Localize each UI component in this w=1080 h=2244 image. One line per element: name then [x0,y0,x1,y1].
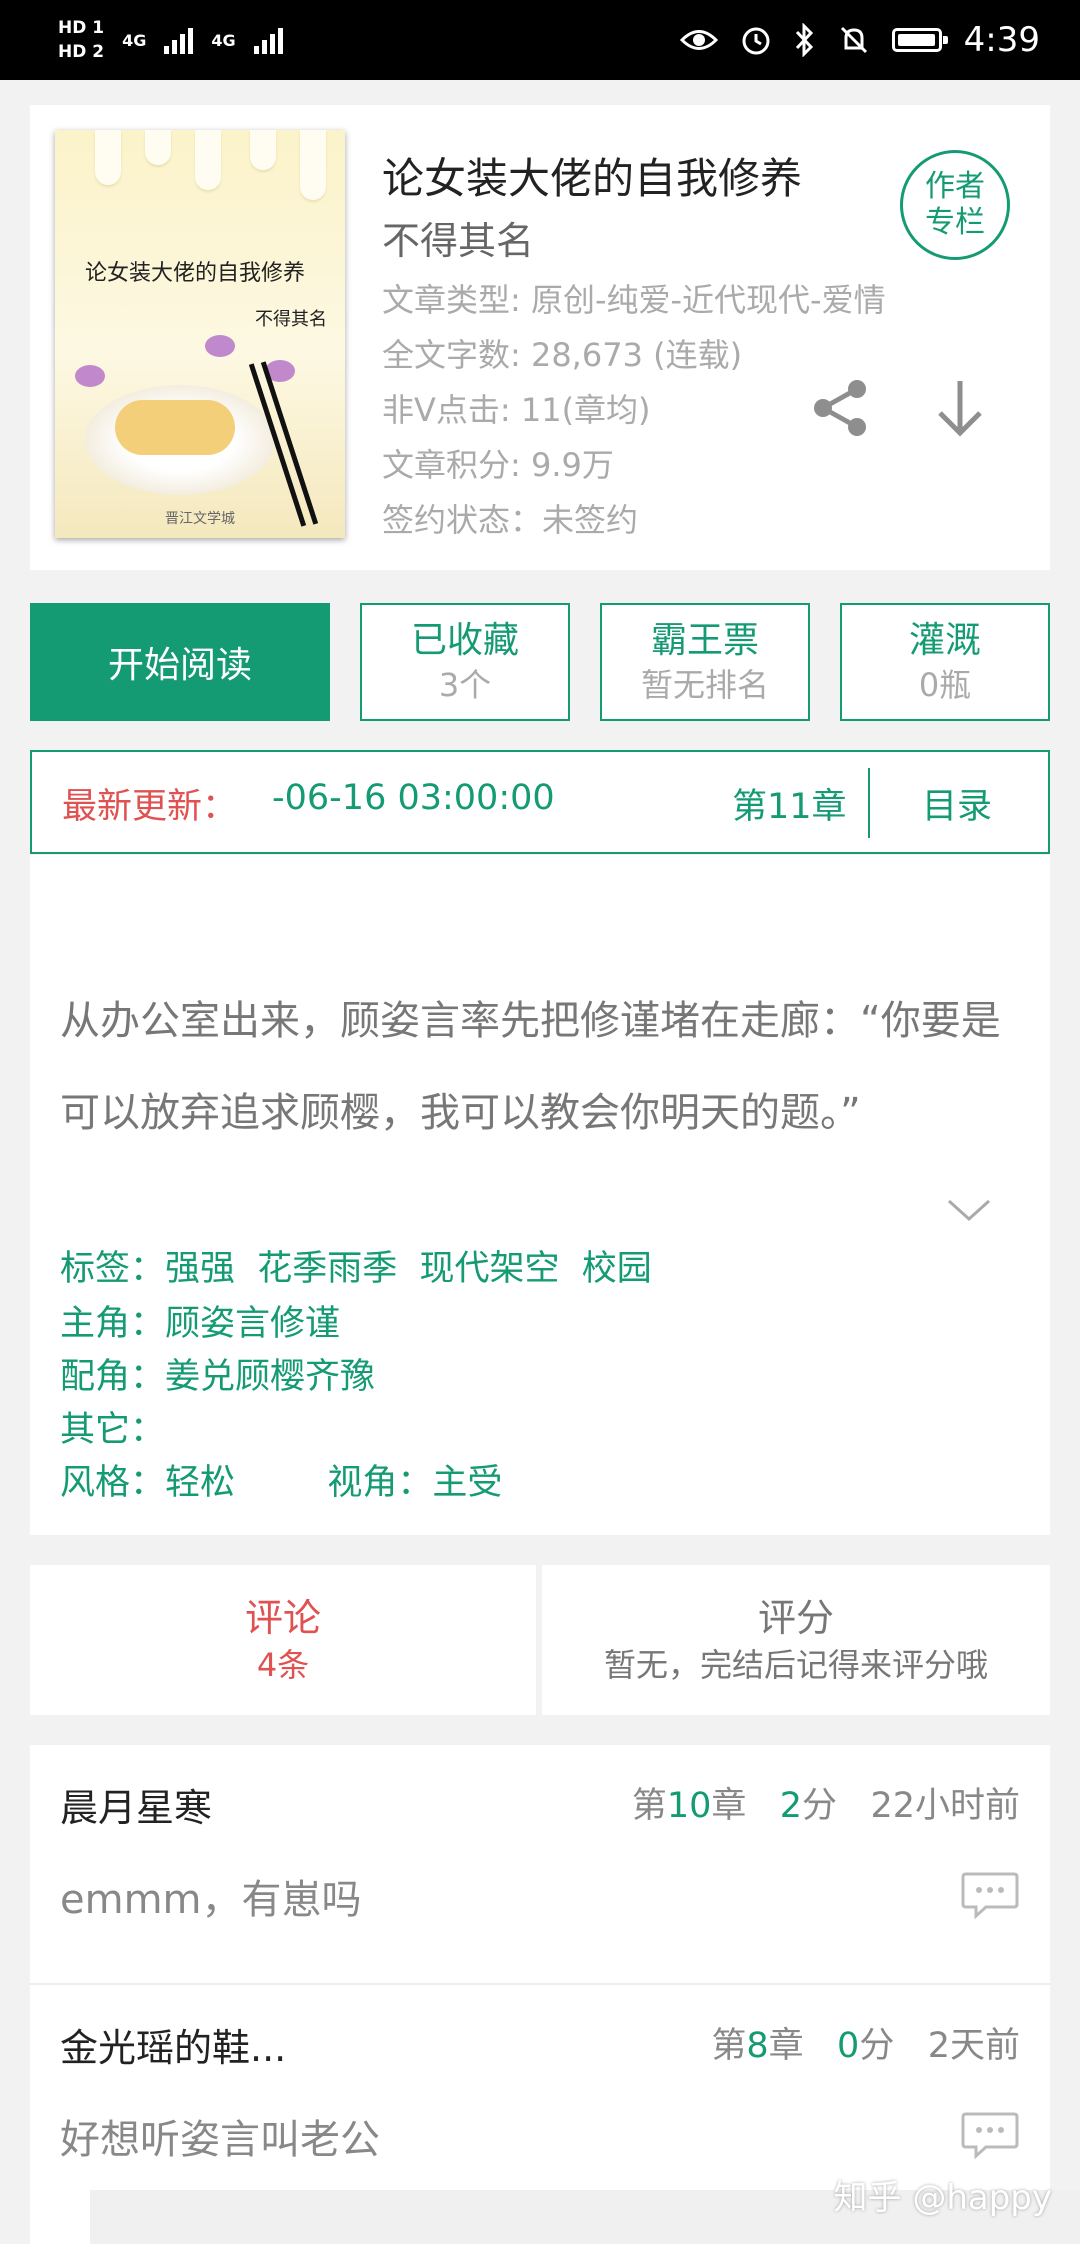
latest-update-bar[interactable]: 最新更新： -06-16 03:00:00 第11章 目录 [30,750,1050,854]
comment-count: 4条 [256,1646,310,1684]
status-left: HD 1 HD 2 4G 4G [58,10,283,70]
comment-score-card: 评论 4条 评分 暂无，完结后记得来评分哦 [30,1565,1050,1715]
signal-icon-2 [253,26,283,54]
score-note: 暂无，完结后记得来评分哦 [603,1646,988,1684]
book-cover[interactable]: 论女装大佬的自我修养 不得其名 晋江文学城 [55,130,345,538]
vote-label: 霸王票 [650,620,759,661]
share-icon[interactable] [805,373,875,443]
collect-label: 已收藏 [410,620,519,661]
supporting-value: 姜兑顾樱齐豫 [165,1357,376,1397]
comment-time: 2天前 [927,2026,1020,2066]
status-bar: HD 1 HD 2 4G 4G 4:39 [0,0,1080,80]
comment-text: 好想听姿言叫老公 [60,2117,380,2163]
protagonist-label: 主角： [60,1304,166,1344]
signal-icon [164,26,194,54]
view-label: 视角： [327,1463,433,1503]
update-chapter[interactable]: 第11章 [732,778,884,829]
style-value: 轻松 [165,1463,236,1503]
hd-indicator: HD 1 HD 2 [58,16,104,64]
supporting-line: 配角：姜兑顾樱齐豫 [60,1348,375,1399]
protagonist-line: 主角：顾姿言修谨 [60,1295,340,1346]
hd1-label: HD 1 [58,18,105,38]
author-column-label-1: 作者 [925,169,985,204]
author-column-label-2: 专栏 [925,205,985,240]
update-divider [868,768,870,838]
comment-chapter-suffix: 章 [711,1786,747,1826]
comment-item[interactable]: 晨月星寒 第10章 2分 22小时前 emmm，有崽吗 [30,1745,1050,1985]
network-label-2: 4G [211,30,236,50]
summary-text: 从办公室出来，顾姿言率先把修谨堵在走廊：“你要是可以放弃追求顾樱，我可以教会你明… [60,998,1001,1136]
score-tab[interactable]: 评分 暂无，完结后记得来评分哦 [542,1565,1050,1715]
water-button[interactable]: 灌溉 0瓶 [840,603,1050,721]
status-right: 4:39 [679,0,1040,80]
comment-bubble-icon[interactable] [960,2110,1020,2160]
vote-rank: 暂无排名 [640,666,769,704]
collect-button[interactable]: 已收藏 3个 [360,603,570,721]
download-icon[interactable] [925,373,995,443]
comment-score-unit: 分 [802,1786,838,1826]
comment-bubble-icon[interactable] [960,1870,1020,1920]
comment-user[interactable]: 晨月星寒 [60,1777,212,1832]
chevron-down-icon[interactable] [945,1195,993,1225]
score-label: 评分 [757,1596,834,1640]
comment-label: 评论 [244,1596,321,1640]
water-label: 灌溉 [908,620,981,661]
supporting-label: 配角： [60,1357,166,1397]
book-info-card: 论女装大佬的自我修养 不得其名 晋江文学城 论女装大佬的自我修养 不得其名 文章… [30,105,1050,570]
protagonist-value: 顾姿言修谨 [165,1304,341,1344]
tags-value[interactable]: 强强 花季雨季 现代架空 校园 [165,1249,652,1289]
collect-count: 3个 [438,666,492,704]
mute-icon [840,26,867,54]
vote-ticket-button[interactable]: 霸王票 暂无排名 [600,603,810,721]
comment-meta: 第10章 2分 22小时前 [632,1777,1020,1828]
comment-tab[interactable]: 评论 4条 [30,1565,536,1715]
eye-icon [679,30,718,50]
update-time: -06-16 03:00:00 [272,778,555,818]
hd2-label: HD 2 [58,42,105,62]
toc-button[interactable]: 目录 [922,778,992,829]
book-author[interactable]: 不得其名 [382,210,534,265]
comment-user[interactable]: 金光瑶的鞋... [60,2017,286,2072]
style-line: 风格：轻松 视角：主受 [60,1454,502,1505]
tags-label: 标签： [60,1249,166,1289]
book-sign-status: 签约状态：未签约 [382,501,639,539]
book-score: 文章积分: 9.9万 [382,446,614,484]
cover-publisher: 晋江文学城 [165,511,235,527]
cover-title: 论女装大佬的自我修养 [85,261,306,286]
view-value: 主受 [432,1463,503,1503]
comment-score-num: 2 [779,1786,803,1826]
other-line: 其它： [60,1401,165,1452]
comment-chapter-prefix: 第 [631,1786,667,1826]
comment-time: 22小时前 [870,1786,1020,1826]
start-reading-button[interactable]: 开始阅读 [30,603,330,721]
cover-author: 不得其名 [255,309,327,330]
comment-score-unit: 分 [859,2026,895,2066]
alarm-icon [742,27,770,55]
comment-chapter-num: 8 [746,2026,769,2066]
summary-card: 从办公室出来，顾姿言率先把修谨堵在走廊：“你要是可以放弃追求顾樱，我可以教会你明… [30,855,1050,1535]
comment-meta: 第8章 0分 2天前 [711,2017,1020,2068]
book-clicks: 非V点击: 11(章均) [382,391,651,429]
book-title: 论女装大佬的自我修养 [382,154,803,203]
book-type: 文章类型: 原创-纯爱-近代现代-爱情 [382,281,886,319]
style-label: 风格： [60,1463,166,1503]
comment-chapter-suffix: 章 [768,2026,804,2066]
water-count: 0瓶 [918,666,972,704]
author-column-button[interactable]: 作者 专栏 [900,150,1010,260]
watermark: 知乎 @happy [833,2178,1052,2218]
update-label: 最新更新： [62,787,238,827]
comment-chapter-prefix: 第 [711,2026,747,2066]
bluetooth-icon [795,23,813,57]
cover-cake [115,400,235,455]
book-word-count: 全文字数: 28,673 (连载) [382,336,743,374]
comment-chapter-num: 10 [666,1786,712,1826]
tags-line: 标签：强强 花季雨季 现代架空 校园 [60,1240,652,1291]
other-label: 其它： [60,1410,166,1450]
battery-icon [891,28,948,52]
comment-score-num: 0 [837,2026,860,2066]
comment-text: emmm，有崽吗 [60,1877,362,1923]
clock: 4:39 [963,20,1040,60]
network-label-1: 4G [122,30,147,50]
